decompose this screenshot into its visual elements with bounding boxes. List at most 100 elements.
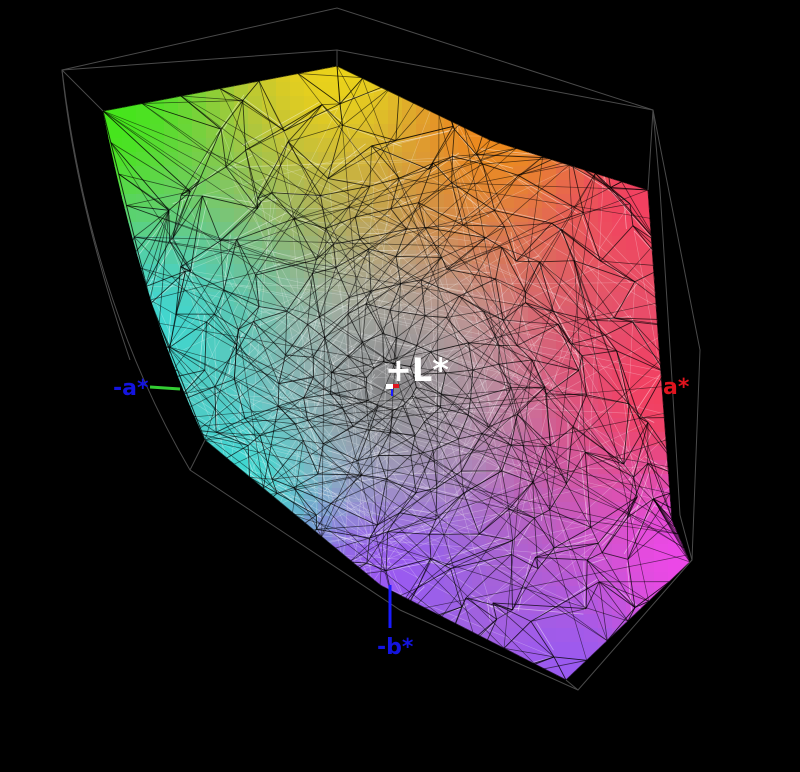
mesh-edge — [115, 419, 131, 452]
gamut-color-cell — [304, 628, 319, 643]
gamut-color-cell — [220, 684, 235, 699]
gamut-color-cell — [710, 362, 725, 377]
gamut-color-cell — [500, 684, 515, 699]
gamut-color-cell — [248, 572, 263, 587]
gamut-color-cell — [346, 698, 361, 713]
gamut-color-cell — [103, 82, 109, 97]
gamut-color-cell — [136, 432, 151, 447]
gamut-color-cell — [122, 670, 137, 680]
gamut-color-cell — [388, 40, 403, 55]
gamut-color-cell — [80, 250, 95, 265]
gamut-color-cell — [80, 138, 95, 153]
mesh-edge — [252, 621, 293, 655]
gamut-color-cell — [80, 684, 95, 699]
mesh-edge — [498, 85, 565, 111]
mesh-edge — [307, 619, 395, 625]
gamut-color-cell — [94, 40, 109, 55]
gamut-color-cell — [80, 558, 95, 573]
gamut-color-cell — [458, 96, 473, 111]
gamut-color-cell — [654, 40, 669, 55]
gamut-color-cell — [570, 712, 585, 727]
mesh-edge — [272, 618, 340, 680]
gamut-3d-view[interactable]: +L* a* -a* -b* — [0, 0, 800, 772]
gamut-color-cell — [360, 670, 375, 680]
gamut-color-cell — [430, 82, 445, 97]
gamut-color-cell — [668, 152, 683, 167]
gamut-color-cell — [682, 614, 690, 629]
gamut-color-cell — [598, 684, 613, 699]
gamut-color-cell — [150, 432, 165, 447]
gamut-color-cell — [192, 572, 207, 587]
gamut-color-cell — [192, 628, 207, 643]
mesh-edge — [655, 296, 672, 304]
mesh-edge — [294, 566, 302, 589]
mesh-edge — [665, 429, 690, 441]
gamut-color-cell — [206, 572, 221, 587]
gamut-color-cell — [556, 698, 571, 713]
gamut-color-cell — [682, 82, 690, 97]
gamut-color-cell — [262, 628, 277, 643]
gamut-color-cell — [178, 418, 193, 433]
gamut-color-cell — [318, 586, 333, 601]
mesh-edge — [686, 429, 690, 479]
gamut-color-cell — [103, 208, 109, 223]
gamut-color-cell — [234, 642, 249, 657]
gamut-color-cell — [304, 558, 319, 573]
gamut-color-cell — [374, 698, 389, 713]
gamut-color-cell — [220, 516, 235, 531]
mesh-edge — [346, 584, 381, 653]
mesh-edge — [671, 296, 686, 321]
gamut-color-cell — [346, 600, 361, 615]
gamut-color-cell — [80, 222, 95, 237]
gamut-color-cell — [290, 66, 305, 69]
gamut-color-cell — [416, 614, 431, 629]
mesh-edge — [110, 463, 235, 484]
gamut-color-cell — [136, 712, 151, 727]
gamut-color-cell — [696, 572, 711, 587]
gamut-color-cell — [696, 138, 711, 153]
gamut-color-cell — [136, 516, 151, 531]
gamut-color-cell — [206, 544, 221, 559]
gamut-color-cell — [220, 614, 235, 629]
mesh-edge — [222, 572, 256, 595]
gamut-color-cell — [234, 670, 249, 680]
gamut-color-cell — [710, 516, 725, 531]
mesh-edge — [118, 517, 137, 566]
gamut-color-cell — [444, 642, 459, 657]
gamut-color-cell — [108, 250, 123, 265]
mesh-edge — [686, 417, 690, 478]
gamut-color-cell — [416, 40, 431, 55]
gamut-color-cell — [640, 642, 655, 657]
gamut-color-cell — [164, 502, 179, 517]
b-minus-label: -b* — [377, 635, 414, 660]
gamut-color-cell — [178, 530, 193, 545]
gamut-color-cell — [472, 684, 487, 699]
gamut-color-cell — [262, 698, 277, 713]
gamut-color-cell — [346, 66, 361, 69]
gamut-color-cell — [332, 572, 347, 587]
gamut-color-cell — [318, 66, 333, 69]
gamut-color-cell — [108, 446, 123, 461]
mesh-edge — [156, 571, 178, 617]
gamut-color-cell — [192, 66, 207, 69]
mesh-edge — [554, 110, 565, 159]
mesh-edge — [686, 477, 690, 526]
gamut-color-cell — [668, 264, 683, 279]
gamut-color-cell — [318, 684, 333, 699]
gamut-color-cell — [80, 166, 95, 181]
gamut-color-cell — [332, 656, 347, 671]
gamut-color-cell — [598, 670, 613, 680]
mesh-edge — [323, 615, 356, 659]
mesh-edge — [671, 283, 690, 297]
mesh-edge — [677, 524, 690, 535]
gamut-color-cell — [374, 712, 389, 727]
gamut-color-cell — [290, 614, 305, 629]
gamut-color-cell — [668, 82, 683, 97]
gamut-color-cell — [103, 642, 109, 657]
mesh-edge — [516, 260, 540, 263]
gamut-color-cell — [374, 40, 389, 55]
gamut-color-cell — [178, 516, 193, 531]
gamut-color-cell — [514, 670, 529, 680]
gamut-color-cell — [654, 68, 669, 83]
gamut-color-cell — [668, 586, 683, 601]
